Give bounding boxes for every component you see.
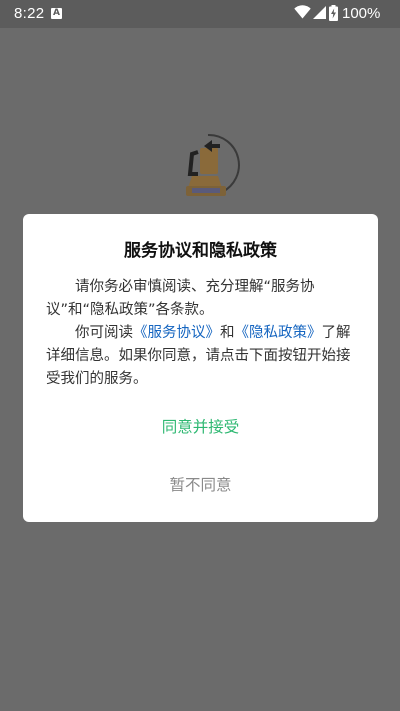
status-bar: 8:22 A 100% xyxy=(0,0,400,28)
signal-icon xyxy=(313,6,326,19)
agreement-paragraph-2: 你可阅读《服务协议》和《隐私政策》了解详细信息。如果你同意，请点击下面按钮开始接… xyxy=(46,322,364,391)
agreement-paragraph-1: 请你务必审慎阅读、充分理解“服务协议”和“隐私政策”各条款。 xyxy=(46,279,315,318)
paragraph-2-prefix: 你可阅读 xyxy=(75,325,133,341)
wifi-icon xyxy=(294,5,311,19)
notification-letter: A xyxy=(53,8,60,18)
battery-percent: 100% xyxy=(342,5,381,22)
dialog-title: 服务协议和隐私政策 xyxy=(124,241,277,261)
agreement-dialog: 服务协议和隐私政策 请你务必审慎阅读、充分理解“服务协议”和“隐私政策”各条款。… xyxy=(23,214,378,522)
decline-button[interactable]: 暂不同意 xyxy=(23,472,378,498)
app-logo-icon xyxy=(186,133,240,196)
dialog-body: 请你务必审慎阅读、充分理解“服务协议”和“隐私政策”各条款。 你可阅读《服务协议… xyxy=(46,276,364,391)
accept-button[interactable]: 同意并接受 xyxy=(23,414,378,440)
service-agreement-link[interactable]: 《服务协议》 xyxy=(133,325,220,341)
notification-icon: A xyxy=(51,8,62,19)
status-time: 8:22 xyxy=(14,5,45,22)
and-text: 和 xyxy=(220,325,235,341)
privacy-policy-link[interactable]: 《隐私政策》 xyxy=(235,325,322,341)
battery-charging-icon xyxy=(329,5,338,21)
